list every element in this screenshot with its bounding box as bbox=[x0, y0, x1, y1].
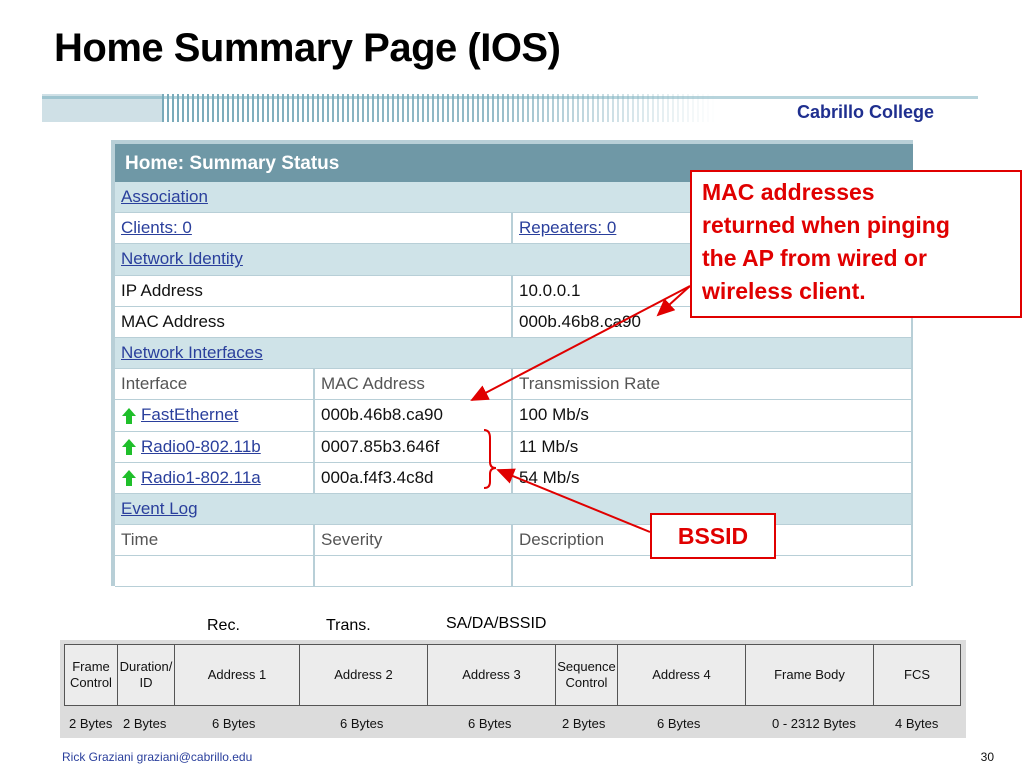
field-fcs: FCS bbox=[873, 644, 961, 706]
field-size: 6 Bytes bbox=[212, 716, 256, 731]
field-address-4: Address 4 bbox=[617, 644, 746, 706]
mac-address-callout: MAC addresses returned when pinging the … bbox=[690, 170, 1022, 318]
event-empty-row bbox=[115, 556, 911, 588]
ip-label: IP Address bbox=[121, 280, 203, 300]
slide-title: Home Summary Page (IOS) bbox=[54, 26, 561, 70]
event-header-row: Time Severity Description bbox=[115, 525, 911, 557]
frame-format-figure: Frame Control Duration/ID Address 1 Addre… bbox=[60, 640, 966, 738]
callout-line: the AP from wired or bbox=[702, 245, 927, 271]
interface-link-radio0[interactable]: Radio0-802.11b bbox=[141, 437, 261, 456]
field-address-2: Address 2 bbox=[299, 644, 428, 706]
field-size: 6 Bytes bbox=[657, 716, 701, 731]
event-log-link[interactable]: Event Log bbox=[121, 499, 198, 518]
event-cell bbox=[313, 556, 511, 587]
college-logo-text: Cabrillo College bbox=[796, 102, 934, 122]
interface-mac: 000a.f4f3.4c8d bbox=[313, 462, 511, 493]
network-identity-link[interactable]: Network Identity bbox=[121, 249, 243, 268]
interface-link-fastethernet[interactable]: FastEthernet bbox=[141, 405, 238, 424]
interface-link-radio1[interactable]: Radio1-802.11a bbox=[141, 468, 261, 487]
field-address-1: Address 1 bbox=[174, 644, 300, 706]
field-size: 6 Bytes bbox=[340, 716, 384, 731]
col-transmission-rate: Transmission Rate bbox=[511, 369, 911, 400]
field-sequence-control: Sequence Control bbox=[555, 644, 618, 706]
section-event-log: Event Log bbox=[115, 493, 911, 526]
interfaces-header-row: Interface MAC Address Transmission Rate bbox=[115, 369, 911, 401]
field-size: 2 Bytes bbox=[123, 716, 167, 731]
association-link[interactable]: Association bbox=[121, 187, 208, 206]
panel-title: Home: Summary Status bbox=[125, 153, 340, 174]
status-up-arrow-icon bbox=[122, 407, 136, 424]
event-cell bbox=[511, 556, 911, 587]
field-size: 4 Bytes bbox=[895, 716, 939, 731]
field-address-3: Address 3 bbox=[427, 644, 556, 706]
event-cell bbox=[115, 556, 313, 586]
field-size: 6 Bytes bbox=[468, 716, 512, 731]
interface-mac: 000b.46b8.ca90 bbox=[313, 400, 511, 431]
col-time: Time bbox=[121, 530, 159, 550]
banner-rule bbox=[42, 96, 978, 99]
page-number: 30 bbox=[980, 750, 994, 764]
bssid-callout: BSSID bbox=[650, 513, 776, 559]
section-network-interfaces: Network Interfaces bbox=[115, 337, 911, 370]
sa-da-bssid-label: SA/DA/BSSID bbox=[446, 615, 547, 632]
clients-link[interactable]: Clients: 0 bbox=[121, 218, 192, 237]
field-size: 2 Bytes bbox=[562, 716, 606, 731]
col-mac-address: MAC Address bbox=[313, 369, 511, 400]
col-severity: Severity bbox=[313, 525, 511, 556]
trans-label: Trans. bbox=[326, 617, 371, 634]
field-size: 0 - 2312 Bytes bbox=[772, 716, 856, 731]
status-up-arrow-icon bbox=[122, 470, 136, 487]
interface-mac: 0007.85b3.646f bbox=[313, 431, 511, 462]
mac-label: MAC Address bbox=[121, 311, 225, 331]
network-interfaces-link[interactable]: Network Interfaces bbox=[121, 343, 263, 362]
interface-row-radio0: Radio0-802.11b 0007.85b3.646f 11 Mb/s bbox=[115, 431, 911, 463]
footer-author: Rick Graziani graziani@cabrillo.edu bbox=[62, 750, 253, 764]
interface-rate: 11 Mb/s bbox=[511, 431, 911, 462]
repeaters-link[interactable]: Repeaters: 0 bbox=[519, 218, 616, 237]
interface-row-fastethernet: FastEthernet 000b.46b8.ca90 100 Mb/s bbox=[115, 400, 911, 432]
field-frame-body: Frame Body bbox=[745, 644, 874, 706]
interface-row-radio1: Radio1-802.11a 000a.f4f3.4c8d 54 Mb/s bbox=[115, 462, 911, 494]
field-frame-control: Frame Control bbox=[64, 644, 118, 706]
college-banner: Cabrillo College bbox=[42, 94, 978, 122]
field-size: 2 Bytes bbox=[69, 716, 113, 731]
interface-rate: 54 Mb/s bbox=[511, 462, 911, 493]
interface-rate: 100 Mb/s bbox=[511, 400, 911, 431]
status-up-arrow-icon bbox=[122, 439, 136, 456]
callout-line: returned when pinging bbox=[702, 212, 950, 238]
callout-line: MAC addresses bbox=[702, 179, 875, 205]
rec-label: Rec. bbox=[207, 617, 240, 634]
field-duration-id: Duration/ID bbox=[117, 644, 175, 706]
callout-line: wireless client. bbox=[702, 278, 866, 304]
col-interface: Interface bbox=[121, 374, 188, 394]
